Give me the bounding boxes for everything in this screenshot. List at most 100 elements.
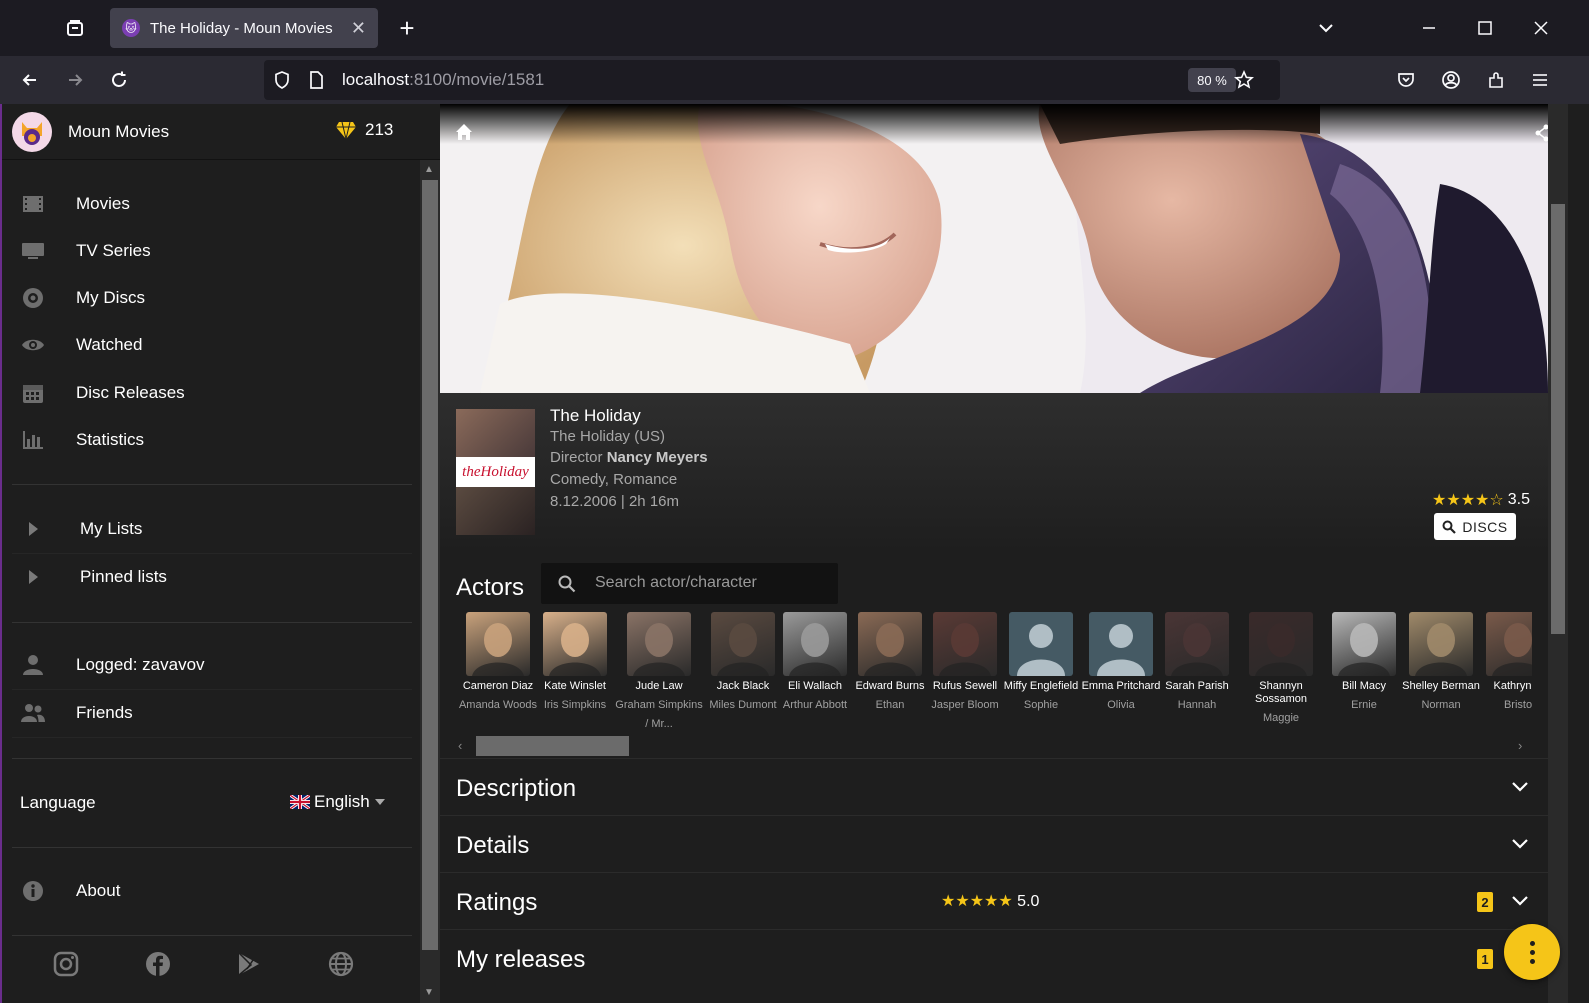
actor-name: Emma Pritchard [1081,680,1161,692]
actor-name: Eli Wallach [788,680,842,692]
movie-poster[interactable]: theHoliday [456,409,535,535]
movie-title: The Holiday [550,406,641,425]
disc-icon [20,285,46,311]
section-ratings[interactable]: Ratings ★★★★★ 5.0 2 [440,872,1548,927]
sidebar-item-statistics[interactable]: Statistics [2,417,412,463]
sidebar-scroll-thumb[interactable] [422,180,438,950]
main-scrollbar[interactable] [1548,104,1568,1003]
sidebar-item-label: Friends [76,703,133,722]
tab-close-icon[interactable]: ✕ [351,18,366,39]
new-tab-icon[interactable]: + [391,12,423,44]
globe-icon[interactable] [327,950,355,978]
section-title: My releases [456,946,586,973]
actor-photo [466,612,530,676]
tv-icon [20,238,46,264]
calendar-icon [20,380,46,406]
forward-icon[interactable] [59,64,91,96]
app-logo-avatar[interactable] [12,112,52,152]
sidebar-divider [12,484,412,485]
sidebar-item-label: My Discs [76,288,145,307]
actor-character: Iris Simpkins [543,699,607,711]
url-text: localhost:8100/movie/1581 [342,70,545,89]
menu-hamburger-icon[interactable] [1524,64,1556,96]
sidebar-item-watched[interactable]: Watched [2,322,412,368]
language-value: English [314,792,370,811]
close-window-icon[interactable] [1525,12,1557,44]
tab-overview-icon[interactable] [59,12,91,44]
actor-character: Maggie [1262,712,1300,724]
scroll-left-icon[interactable]: ‹ [458,738,462,753]
actor-name: Kate Winslet [544,680,606,692]
discs-button[interactable]: DISCS [1434,513,1516,540]
sidebar-item-label: Pinned lists [80,567,167,586]
section-title: Ratings [456,889,538,916]
section-title: Details [456,832,530,859]
actor-search-placeholder: Search actor/character [595,574,757,591]
sidebar-item-my-lists[interactable]: My Lists [2,506,412,552]
diamond-icon [336,121,356,140]
sidebar-item-friends[interactable]: Friends [2,690,412,736]
sidebar-item-movies[interactable]: Movies [2,181,412,227]
tab-title: The Holiday - Moun Movies [150,19,333,37]
sidebar-item-label: Disc Releases [76,383,185,402]
sidebar-item-pinned-lists[interactable]: Pinned lists [2,554,412,600]
section-title: Description [456,775,577,802]
sidebar-scrollbar[interactable]: ▲ ▼ [420,160,440,1003]
director-name[interactable]: Nancy Meyers [607,449,708,466]
minimize-icon[interactable] [1413,12,1445,44]
pocket-icon[interactable] [1390,64,1422,96]
poster-top-photo [456,409,535,457]
actor-name: Rufus Sewell [932,680,998,692]
section-description[interactable]: Description [440,758,1548,813]
actor-photo [711,612,775,676]
gems-counter[interactable]: 213 [335,120,393,140]
play-store-icon[interactable] [235,950,263,978]
scroll-down-icon[interactable]: ▼ [424,987,434,998]
section-details[interactable]: Details [440,815,1548,870]
extensions-icon[interactable] [1480,64,1512,96]
rating-value: 3.5 [1507,491,1530,508]
share-icon[interactable] [1534,124,1548,142]
info-icon [20,878,46,904]
social-links [2,944,412,984]
facebook-icon[interactable] [144,950,172,978]
scroll-up-icon[interactable]: ▲ [424,164,434,175]
app-name[interactable]: Moun Movies [68,122,169,142]
dropdown-caret-icon [374,799,385,805]
scroll-right-icon[interactable]: › [1518,738,1522,753]
sidebar-item-my-discs[interactable]: My Discs [2,275,412,321]
list-all-tabs-icon[interactable] [1310,12,1342,44]
shield-icon[interactable] [266,64,298,96]
account-icon[interactable] [1435,64,1467,96]
section-my-releases[interactable]: My releases 1 [440,929,1548,984]
main-scroll-thumb[interactable] [1551,204,1565,634]
bookmark-star-icon[interactable] [1228,64,1260,96]
sidebar-item-label: Statistics [76,430,145,449]
actor-search-input[interactable]: Search actor/character [541,563,838,604]
sidebar-item-about[interactable]: About [2,868,412,914]
sidebar-item-tv-series[interactable]: TV Series [2,228,412,274]
home-icon[interactable] [454,122,474,142]
instagram-icon[interactable] [52,950,80,978]
actor-character: Graham Simpkins / Mr... [615,699,703,730]
poster-bottom-photo [456,487,535,535]
maximize-icon[interactable] [1469,12,1501,44]
browser-nav-bar: localhost:8100/movie/1581 80 % [0,56,1589,104]
more-actions-fab[interactable] [1504,924,1560,980]
sidebar-item-label: Logged: zavavov [76,655,205,674]
page-info-icon[interactable] [300,64,332,96]
url-bar[interactable]: localhost:8100/movie/1581 80 % [264,60,1280,100]
language-select[interactable]: English [290,792,386,812]
reload-icon[interactable] [103,64,135,96]
actor-scroll-thumb[interactable] [476,736,629,756]
backdrop-illustration [440,104,1548,393]
movie-rating[interactable]: ★★★★☆ 3.5 [1432,490,1530,510]
sidebar-item-disc-releases[interactable]: Disc Releases [2,370,412,416]
browser-tab-active[interactable]: 🐱 The Holiday - Moun Movies ✕ [110,8,378,48]
sidebar-item-logged-user[interactable]: Logged: zavavov [2,642,412,688]
actor-list-scrollbar[interactable]: ‹ › [456,736,1532,756]
browser-tab-bar: 🐱 The Holiday - Moun Movies ✕ + [0,0,1589,56]
sidebar-divider [12,758,412,759]
back-icon[interactable] [14,64,46,96]
actor-list: Cameron Diaz Amanda Woods Kate Winslet Iris… [456,612,1532,737]
